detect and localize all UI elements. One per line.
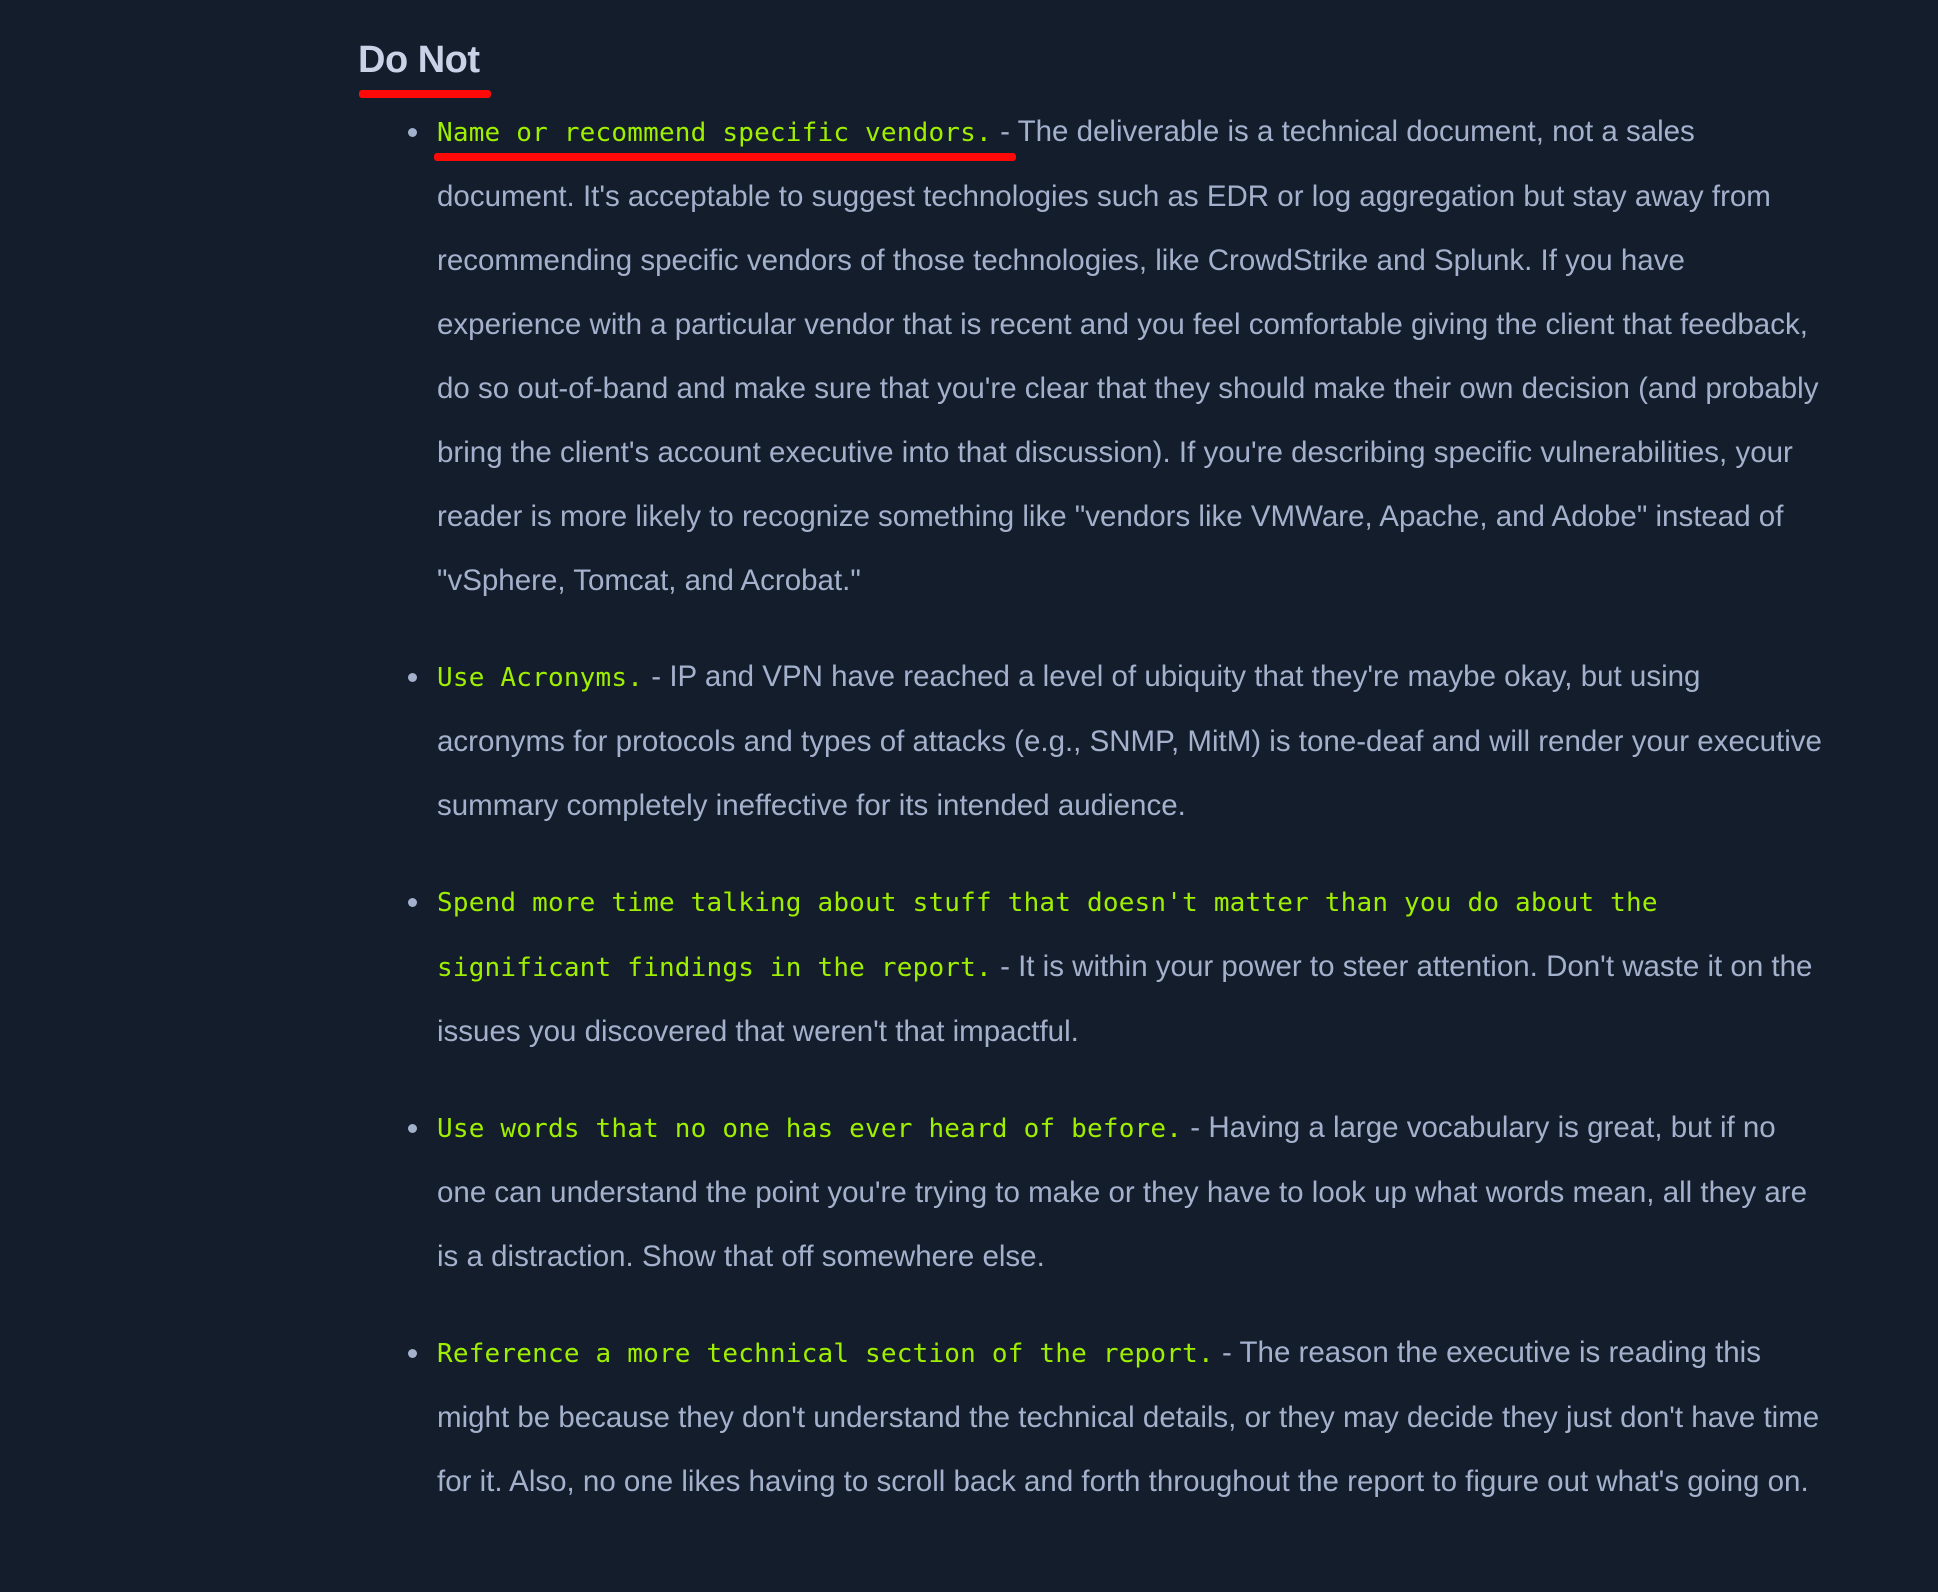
list-item: Name or recommend specific vendors. - Th…: [405, 100, 1825, 613]
item-annotation-underline: [434, 153, 1016, 161]
do-not-list: Name or recommend specific vendors. - Th…: [405, 100, 1825, 1546]
item-term: Use Acronyms.: [437, 663, 644, 693]
item-separator: -: [991, 115, 1018, 148]
list-item: Spend more time talking about stuff that…: [405, 870, 1825, 1064]
list-item: Use words that no one has ever heard of …: [405, 1096, 1825, 1289]
item-separator: -: [1182, 1111, 1209, 1144]
section-heading: Do Not: [358, 39, 480, 81]
list-item: Reference a more technical section of th…: [405, 1321, 1825, 1514]
item-separator: -: [643, 660, 670, 693]
document-page: Do Not Name or recommend specific vendor…: [0, 0, 1938, 1592]
heading-annotation-underline: [359, 90, 491, 98]
bullet-icon: [408, 1349, 417, 1358]
bullet-icon: [408, 128, 417, 137]
bullet-icon: [408, 673, 417, 682]
item-separator: -: [991, 950, 1019, 983]
item-term: Reference a more technical section of th…: [437, 1339, 1214, 1369]
bullet-icon: [408, 1124, 417, 1133]
item-separator: -: [1213, 1336, 1240, 1369]
item-description: The deliverable is a technical document,…: [437, 115, 1819, 597]
bullet-icon: [408, 898, 417, 907]
item-term: Use words that no one has ever heard of …: [437, 1114, 1183, 1144]
item-term: Name or recommend specific vendors.: [437, 118, 992, 148]
list-item: Use Acronyms. - IP and VPN have reached …: [405, 645, 1825, 838]
